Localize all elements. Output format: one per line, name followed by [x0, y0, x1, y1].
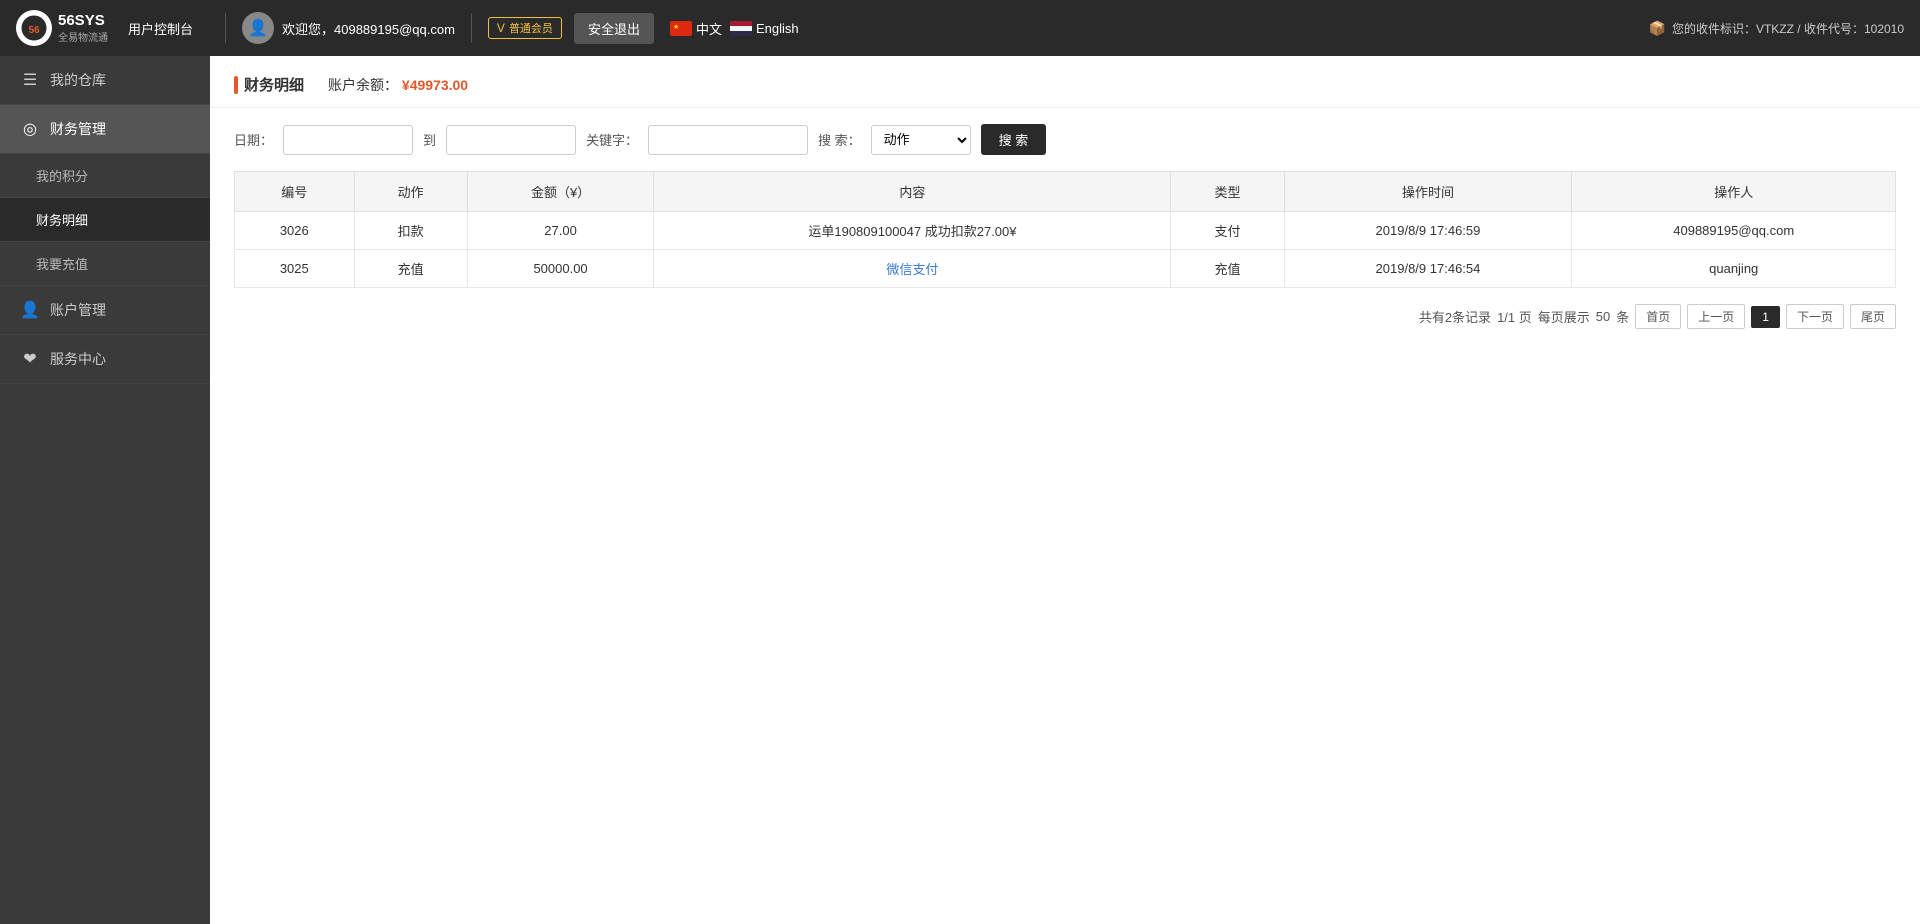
sidebar-item-recharge[interactable]: 我要充值 — [0, 242, 210, 286]
layout: ☰ 我的仓库 ◎ 财务管理 我的积分 财务明细 我要充值 👤 账户管理 ❤ 服务… — [0, 56, 1920, 924]
col-amount: 金额（¥） — [467, 172, 654, 212]
table-body: 3026 扣款 27.00 运单190809100047 成功扣款27.00¥ … — [235, 212, 1896, 288]
identifier-info: 📦 您的收件标识：VTKZZ / 收件代号：102010 — [1649, 20, 1904, 37]
search-bar: 日期： 到 关键字： 搜 索： 动作 扣款 充值 搜 索 — [210, 108, 1920, 171]
finance-icon: ◎ — [20, 119, 40, 139]
logo: 56 56SYS 全易物流通 — [16, 10, 108, 46]
sidebar-item-statement[interactable]: 财务明细 — [0, 198, 210, 242]
content-link[interactable]: 微信支付 — [886, 262, 938, 277]
service-icon: ❤ — [20, 349, 40, 369]
control-label: 用户控制台 — [128, 19, 193, 38]
cell-amount: 27.00 — [467, 212, 654, 250]
col-action: 动作 — [354, 172, 467, 212]
logo-text: 56SYS 全易物流通 — [58, 12, 108, 44]
cell-action: 充值 — [354, 250, 467, 288]
col-id: 编号 — [235, 172, 355, 212]
cell-content: 运单190809100047 成功扣款27.00¥ — [654, 212, 1171, 250]
user-info: 👤 欢迎您，409889195@qq.com — [242, 12, 455, 44]
col-time: 操作时间 — [1284, 172, 1572, 212]
divider-1 — [225, 13, 226, 43]
cell-time: 2019/8/9 17:46:54 — [1284, 250, 1572, 288]
page-title: 财务明细 — [244, 74, 304, 95]
sidebar-item-account[interactable]: 👤 账户管理 — [0, 286, 210, 335]
cell-type: 支付 — [1171, 212, 1284, 250]
table-header: 编号 动作 金额（¥） 内容 类型 操作时间 操作人 — [235, 172, 1896, 212]
per-page-label: 每页展示 — [1538, 307, 1590, 326]
cell-type: 充值 — [1171, 250, 1284, 288]
sidebar: ☰ 我的仓库 ◎ 财务管理 我的积分 财务明细 我要充值 👤 账户管理 ❤ 服务… — [0, 56, 210, 924]
pagination: 共有2条记录 1/1 页 每页展示 50 条 首页 上一页 1 下一页 尾页 — [210, 288, 1920, 345]
cell-time: 2019/8/9 17:46:59 — [1284, 212, 1572, 250]
col-content: 内容 — [654, 172, 1171, 212]
page-header: 财务明细 账户余额： ¥49973.00 — [210, 56, 1920, 108]
sidebar-item-service[interactable]: ❤ 服务中心 — [0, 335, 210, 384]
header: 56 56SYS 全易物流通 用户控制台 👤 欢迎您，409889195@qq.… — [0, 0, 1920, 56]
next-page-button[interactable]: 下一页 — [1786, 304, 1844, 329]
flag-th-icon — [730, 21, 752, 36]
lang-en[interactable]: English — [730, 21, 799, 36]
first-page-button[interactable]: 首页 — [1635, 304, 1681, 329]
member-badge: V 普通会员 — [488, 17, 562, 39]
finance-table: 编号 动作 金额（¥） 内容 类型 操作时间 操作人 3026 扣款 27.00… — [234, 171, 1896, 288]
prev-page-button[interactable]: 上一页 — [1687, 304, 1745, 329]
action-select[interactable]: 动作 扣款 充值 — [871, 125, 971, 155]
cell-content: 微信支付 — [654, 250, 1171, 288]
cell-id: 3026 — [235, 212, 355, 250]
cell-operator: 409889195@qq.com — [1572, 212, 1896, 250]
warehouse-icon: ☰ — [20, 70, 40, 90]
lang-cn[interactable]: ★ 中文 — [670, 19, 722, 38]
keyword-input[interactable] — [648, 125, 808, 155]
col-type: 类型 — [1171, 172, 1284, 212]
logout-button[interactable]: 安全退出 — [574, 13, 654, 44]
search-button[interactable]: 搜 索 — [981, 124, 1047, 155]
account-icon: 👤 — [20, 300, 40, 320]
logo-icon: 56 — [16, 10, 52, 46]
sidebar-item-warehouse[interactable]: ☰ 我的仓库 — [0, 56, 210, 105]
sidebar-item-finance[interactable]: ◎ 财务管理 — [0, 105, 210, 154]
svg-text:56: 56 — [28, 25, 40, 36]
cell-id: 3025 — [235, 250, 355, 288]
welcome-text: 欢迎您，409889195@qq.com — [282, 19, 455, 38]
per-page-unit: 条 — [1616, 307, 1629, 326]
current-page-button[interactable]: 1 — [1751, 306, 1780, 328]
date-label: 日期： — [234, 130, 273, 149]
avatar: 👤 — [242, 12, 274, 44]
last-page-button[interactable]: 尾页 — [1850, 304, 1896, 329]
keyword-label: 关键字： — [586, 130, 638, 149]
col-operator: 操作人 — [1572, 172, 1896, 212]
per-page-value: 50 — [1596, 309, 1610, 324]
language-group: ★ 中文 English — [670, 19, 799, 38]
search-label: 搜 索： — [818, 130, 861, 149]
balance-amount: ¥49973.00 — [402, 77, 468, 93]
table-row: 3025 充值 50000.00 微信支付 充值 2019/8/9 17:46:… — [235, 250, 1896, 288]
sidebar-item-points[interactable]: 我的积分 — [0, 154, 210, 198]
page-info: 1/1 页 — [1497, 307, 1532, 326]
table-container: 编号 动作 金额（¥） 内容 类型 操作时间 操作人 3026 扣款 27.00… — [210, 171, 1920, 288]
cell-operator: quanjing — [1572, 250, 1896, 288]
cell-action: 扣款 — [354, 212, 467, 250]
table-row: 3026 扣款 27.00 运单190809100047 成功扣款27.00¥ … — [235, 212, 1896, 250]
date-from-input[interactable] — [283, 125, 413, 155]
date-to-separator: 到 — [423, 130, 436, 149]
title-bar-decoration — [234, 76, 238, 94]
page-title-bar: 财务明细 — [234, 74, 304, 95]
cell-amount: 50000.00 — [467, 250, 654, 288]
flag-cn-icon: ★ — [670, 21, 692, 36]
balance-info: 账户余额： ¥49973.00 — [328, 75, 468, 95]
divider-2 — [471, 13, 472, 43]
total-text: 共有2条记录 — [1419, 307, 1491, 326]
main-content: 财务明细 账户余额： ¥49973.00 日期： 到 关键字： 搜 索： 动作 … — [210, 56, 1920, 924]
date-to-input[interactable] — [446, 125, 576, 155]
